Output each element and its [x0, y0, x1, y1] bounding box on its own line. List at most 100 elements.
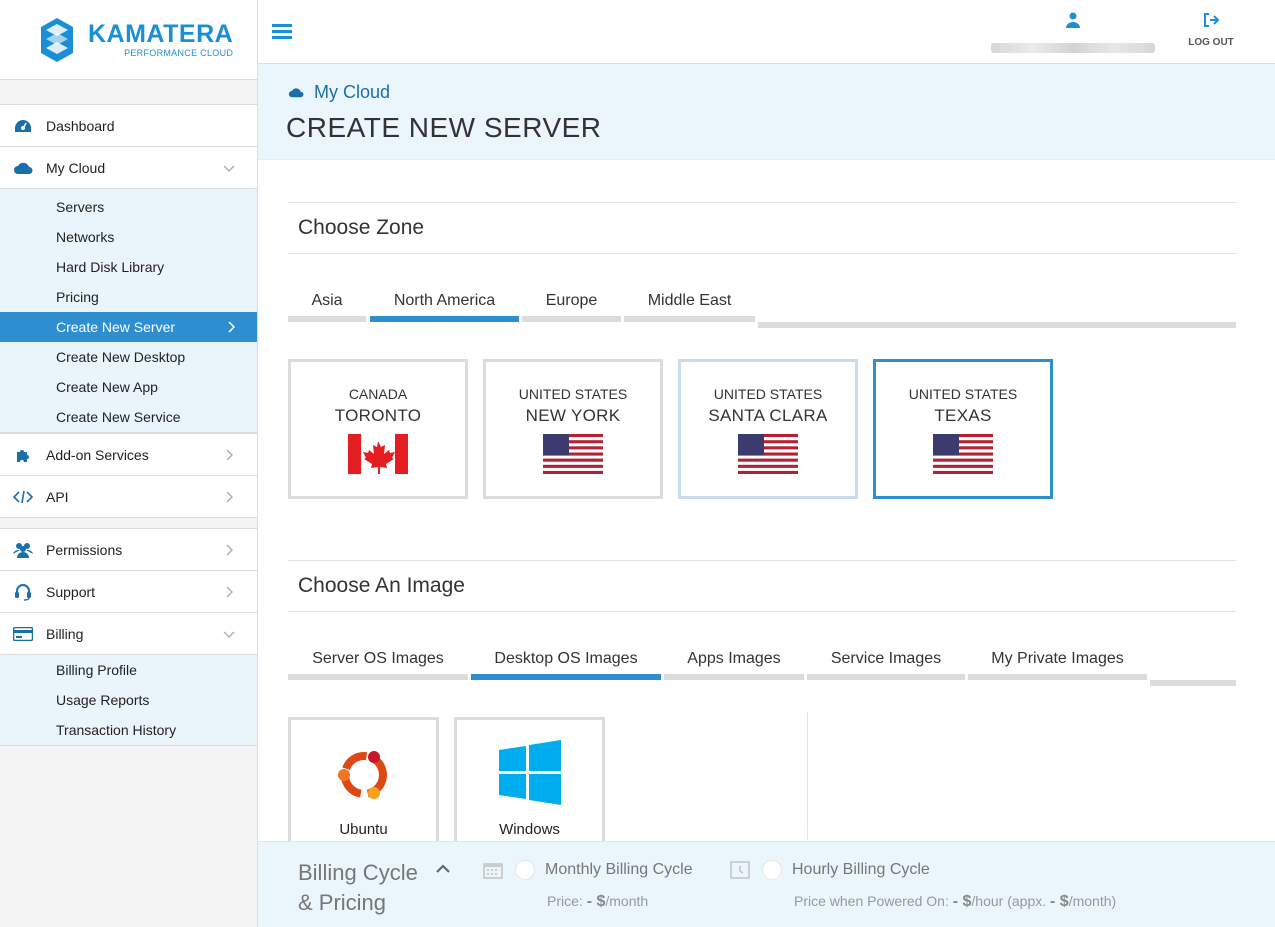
tab-server-os-images[interactable]: Server OS Images	[288, 642, 468, 680]
breadcrumb[interactable]: My Cloud	[288, 82, 390, 103]
sidebar-item-pricing[interactable]: Pricing	[0, 282, 257, 312]
brand-logo[interactable]: KAMATERA PERFORMANCE CLOUD	[0, 0, 257, 80]
zone-card-texas[interactable]: UNITED STATES TEXAS	[873, 359, 1053, 499]
tab-label: My Private Images	[991, 650, 1124, 667]
chevron-down-icon	[223, 631, 235, 638]
zone-city: TEXAS	[934, 406, 992, 425]
users-icon	[12, 541, 34, 559]
billing-title-line2: & Pricing	[298, 890, 387, 915]
cloud-icon	[12, 159, 34, 177]
image-card-windows[interactable]: Windows	[454, 717, 605, 847]
zone-country: UNITED STATES	[518, 386, 628, 402]
sidebar-item-create-new-server[interactable]: Create New Server	[0, 312, 257, 342]
sidebar-item-label: My Cloud	[46, 159, 106, 176]
sidebar-item-add-on-services[interactable]: Add-on Services	[0, 434, 257, 476]
sidebar-item-permissions[interactable]: Permissions	[0, 529, 257, 571]
monthly-radio[interactable]	[515, 860, 535, 880]
page-header: My Cloud CREATE NEW SERVER	[258, 64, 1275, 160]
kamatera-logo-icon	[41, 17, 73, 62]
chevron-right-icon	[228, 321, 236, 333]
tab-label: North America	[393, 292, 496, 309]
image-tabs: Server OS Images Desktop OS Images Apps …	[288, 642, 1236, 686]
logout-icon	[1204, 13, 1220, 27]
monthly-billing-option[interactable]: Monthly Billing Cycle	[483, 860, 693, 880]
billing-title-line1: Billing Cycle	[298, 860, 418, 885]
code-icon	[12, 488, 34, 506]
divider	[288, 202, 1236, 203]
image-card-ubuntu[interactable]: Ubuntu	[288, 717, 439, 847]
zone-country: UNITED STATES	[713, 386, 823, 402]
hourly-label: Hourly Billing Cycle	[792, 861, 930, 878]
sidebar-item-billing-profile[interactable]: Billing Profile	[0, 655, 257, 685]
tab-label: Middle East	[647, 292, 732, 309]
tab-label: Service Images	[830, 650, 942, 667]
redacted-user-email	[991, 43, 1155, 53]
headset-icon	[12, 583, 34, 601]
hourly-billing-option[interactable]: Hourly Billing Cycle	[730, 860, 930, 880]
canada-flag-icon	[348, 434, 408, 474]
breadcrumb-label: My Cloud	[314, 82, 391, 102]
tab-service-images[interactable]: Service Images	[807, 642, 965, 680]
tab-underline	[288, 316, 366, 322]
zone-card-santa-clara[interactable]: UNITED STATES SANTA CLARA	[678, 359, 858, 499]
sidebar-item-networks[interactable]: Networks	[0, 222, 257, 252]
page-title: CREATE NEW SERVER	[286, 112, 602, 143]
price-suffix: /month)	[1068, 893, 1117, 909]
choose-image-title: Choose An Image	[298, 574, 465, 597]
zone-city: SANTA CLARA	[708, 406, 828, 425]
sidebar-item-transaction-history[interactable]: Transaction History	[0, 715, 257, 745]
price-value: - $	[586, 893, 606, 910]
sidebar-item-api[interactable]: API	[0, 476, 257, 518]
image-name: Ubuntu	[339, 821, 388, 838]
puzzle-icon	[12, 446, 34, 464]
brand-name: KAMATERA	[88, 19, 234, 48]
tab-underline	[664, 674, 804, 680]
tab-my-private-images[interactable]: My Private Images	[968, 642, 1147, 680]
tab-asia[interactable]: Asia	[288, 284, 366, 322]
zone-card-toronto[interactable]: CANADA TORONTO	[288, 359, 468, 499]
sidebar-item-support[interactable]: Support	[0, 571, 257, 613]
sidebar-item-label: API	[46, 488, 69, 505]
calendar-icon	[483, 863, 503, 879]
sidebar-item-hard-disk-library[interactable]: Hard Disk Library	[0, 252, 257, 282]
credit-card-icon	[12, 625, 34, 643]
sidebar-item-my-cloud[interactable]: My Cloud	[0, 147, 257, 189]
zone-country: UNITED STATES	[908, 386, 1018, 402]
chevron-right-icon	[226, 586, 233, 598]
tab-label: Asia	[311, 292, 343, 309]
tab-apps-images[interactable]: Apps Images	[664, 642, 804, 680]
sidebar-item-billing[interactable]: Billing	[0, 613, 257, 655]
divider	[288, 560, 1236, 561]
hourly-radio[interactable]	[762, 860, 782, 880]
zone-city: NEW YORK	[525, 406, 621, 425]
user-menu[interactable]	[988, 12, 1158, 53]
sidebar-item-create-new-app[interactable]: Create New App	[0, 372, 257, 402]
billing-submenu: Billing Profile Usage Reports Transactio…	[0, 655, 257, 746]
sidebar-item-dashboard[interactable]: Dashboard	[0, 105, 257, 147]
divider	[288, 611, 1236, 612]
tab-underline	[807, 674, 965, 680]
tab-label: Europe	[545, 292, 598, 309]
divider	[288, 253, 1236, 254]
chevron-up-icon[interactable]	[436, 864, 450, 874]
hamburger-menu-icon[interactable]	[272, 24, 292, 40]
usa-flag-icon	[738, 434, 798, 474]
zone-card-new-york[interactable]: UNITED STATES NEW YORK	[483, 359, 663, 499]
tab-middle-east[interactable]: Middle East	[624, 284, 755, 322]
tab-north-america[interactable]: North America	[370, 284, 519, 322]
logout-button[interactable]: LOG OUT	[1176, 12, 1246, 48]
sidebar-item-create-new-service[interactable]: Create New Service	[0, 402, 257, 432]
clock-calendar-icon	[730, 861, 750, 879]
sidebar-item-servers[interactable]: Servers	[0, 192, 257, 222]
price-prefix: Price when Powered On:	[794, 893, 953, 909]
sidebar-item-create-new-desktop[interactable]: Create New Desktop	[0, 342, 257, 372]
tab-underline	[624, 316, 755, 322]
tab-europe[interactable]: Europe	[522, 284, 621, 322]
monthly-label: Monthly Billing Cycle	[545, 861, 693, 878]
sidebar-item-usage-reports[interactable]: Usage Reports	[0, 685, 257, 715]
image-name: Windows	[499, 821, 560, 838]
my-cloud-submenu: Servers Networks Hard Disk Library Prici…	[0, 189, 257, 433]
tab-desktop-os-images[interactable]: Desktop OS Images	[471, 642, 661, 680]
price-prefix: Price:	[547, 893, 587, 909]
usa-flag-icon	[543, 434, 603, 474]
